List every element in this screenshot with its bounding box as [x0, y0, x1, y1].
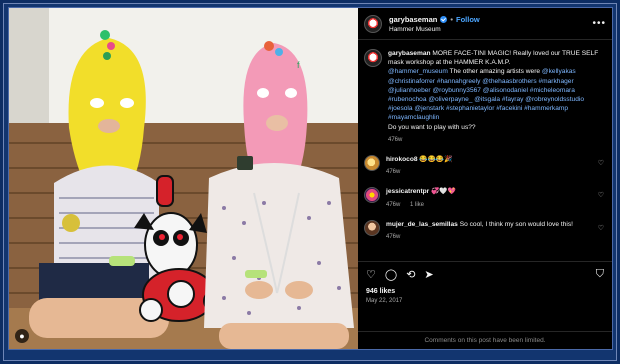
comment-username[interactable]: mujer_de_las_semillas — [386, 221, 458, 228]
repost-icon[interactable]: ⟲ — [406, 268, 415, 281]
comment-item: jessicatrentpr 💞🤍💖 476w 1 like ♡ — [364, 187, 606, 209]
comment-avatar[interactable] — [364, 219, 380, 236]
separator-dot: • — [450, 14, 453, 24]
post-location[interactable]: Hammer Museum — [389, 26, 480, 33]
comment-like-icon[interactable]: ♡ — [598, 191, 604, 199]
comment-time[interactable]: 476w — [386, 169, 400, 175]
caption-author-avatar[interactable] — [364, 49, 382, 67]
comment-avatar[interactable] — [364, 187, 380, 204]
tagged-user-icon[interactable]: ● — [15, 329, 29, 343]
comment-avatar[interactable] — [364, 155, 380, 172]
header-text: garybaseman • Follow Hammer Museum — [389, 15, 480, 33]
caption: garybaseman MORE FACE-TINI MAGIC! Really… — [364, 49, 606, 145]
comments-limited-notice: Comments on this post have been limited. — [358, 331, 612, 349]
post-date[interactable]: May 22, 2017 — [366, 298, 604, 304]
action-icons: ♡ ◯ ⟲ ➤ ⛉ — [366, 268, 604, 281]
comment-body: jessicatrentpr 💞🤍💖 476w 1 like — [386, 187, 586, 209]
author-avatar[interactable] — [364, 14, 382, 33]
comment-text: 😂😂😂🎉 — [419, 156, 453, 164]
comment-username[interactable]: jessicatrentpr — [386, 188, 429, 195]
bookmark-icon[interactable]: ⛉ — [596, 268, 604, 281]
post-card: f ● garybaseman • Follow Hammer Museum •… — [9, 8, 612, 349]
caption-body: garybaseman MORE FACE-TINI MAGIC! Really… — [388, 49, 606, 145]
post-header: garybaseman • Follow Hammer Museum ••• — [358, 8, 612, 40]
more-options-icon[interactable]: ••• — [592, 18, 606, 29]
comment-username[interactable]: hirokoco8 — [386, 156, 418, 163]
comments-section[interactable]: garybaseman MORE FACE-TINI MAGIC! Really… — [358, 41, 612, 261]
caption-mention-hammer[interactable]: @hammer_museum — [388, 68, 448, 75]
comment-item: hirokoco8 😂😂😂🎉 476w ♡ — [364, 155, 606, 177]
caption-author[interactable]: garybaseman — [388, 50, 431, 57]
share-icon[interactable]: ➤ — [424, 268, 433, 281]
comment-body: mujer_de_las_semillas So cool, I think m… — [386, 220, 586, 242]
comment-time[interactable]: 476w — [386, 234, 400, 240]
heart-icon[interactable]: ♡ — [366, 268, 376, 281]
caption-time[interactable]: 476w — [388, 137, 402, 143]
follow-button[interactable]: Follow — [456, 15, 480, 24]
caption-tags[interactable]: @kellyakas @christinaforrer #hannahgreel… — [388, 68, 584, 121]
comment-like-icon[interactable]: ♡ — [598, 224, 604, 232]
photo-illustration: f — [9, 8, 358, 349]
caption-text-3: The other amazing artists were — [447, 68, 542, 76]
comment-icon[interactable]: ◯ — [385, 268, 397, 281]
comment-item: mujer_de_las_semillas So cool, I think m… — [364, 219, 606, 242]
comment-body: hirokoco8 😂😂😂🎉 476w — [386, 155, 586, 177]
caption-meta: 476w — [388, 136, 606, 145]
caption-question: Do you want to play with us?? — [388, 123, 476, 131]
comment-text: 💞🤍💖 — [431, 188, 456, 196]
comment-time[interactable]: 476w — [386, 202, 400, 208]
author-username[interactable]: garybaseman — [389, 15, 437, 24]
verified-badge-icon — [440, 15, 448, 23]
post-photo[interactable]: f ● — [9, 8, 358, 349]
post-side-panel: garybaseman • Follow Hammer Museum ••• g… — [358, 8, 612, 349]
comment-like-icon[interactable]: ♡ — [598, 159, 604, 167]
comment-likes[interactable]: 1 like — [410, 202, 424, 208]
likes-count[interactable]: 946 likes — [366, 288, 604, 295]
comment-text: So cool, I think my son would love this! — [459, 220, 573, 228]
